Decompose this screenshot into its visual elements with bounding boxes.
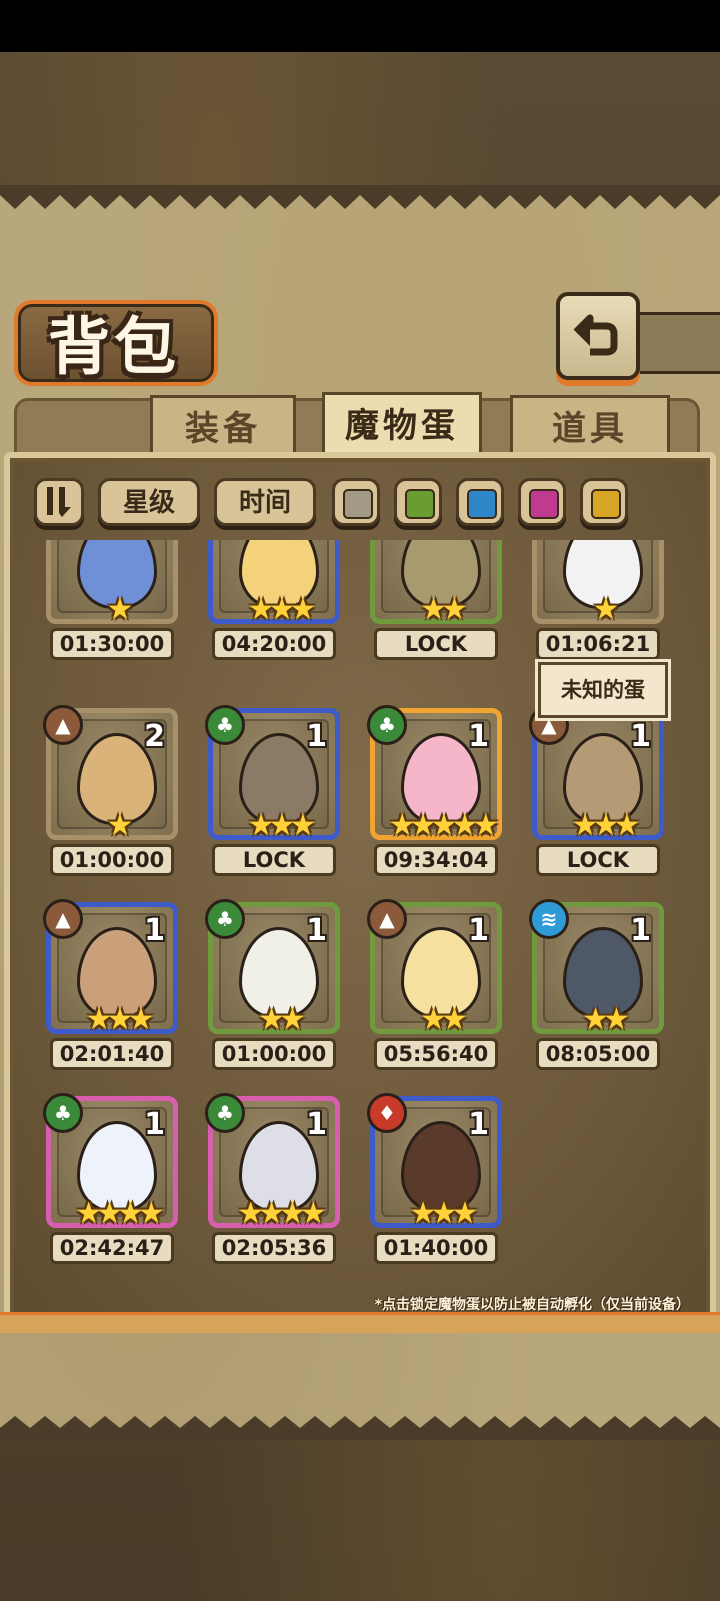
hatch-timer: 02:05:36 (212, 1232, 336, 1264)
filter-color-pink[interactable] (518, 478, 566, 526)
star-rating: ★★★★ (75, 1196, 165, 1231)
egg-frame: ♣ 1 ★★★ (205, 705, 340, 843)
element-icon: ▲ (43, 899, 83, 939)
egg-count: 1 (630, 913, 651, 948)
hatch-timer: 08:05:00 (536, 1038, 660, 1070)
hatch-timer: 04:20:00 (212, 628, 336, 660)
egg-frame: ♣ 1 ★★ (205, 899, 340, 1037)
egg-frame: ♣ 1 ★★★★★ (367, 705, 502, 843)
filter-color-blue[interactable] (456, 478, 504, 526)
element-icon: ♣ (367, 705, 407, 745)
lock-hint-text: *点击锁定魔物蛋以防止被自动孵化（仅当前设备） (374, 1297, 690, 1313)
filter-color-green[interactable] (394, 478, 442, 526)
back-button-bar (632, 312, 720, 374)
hatch-timer: 01:00:00 (50, 844, 174, 876)
star-rating: ★★ (582, 1002, 630, 1037)
element-icon: ≋ (529, 899, 569, 939)
color-swatch-blue (467, 489, 497, 519)
star-rating: ★★ (420, 1002, 468, 1037)
element-icon: ♣ (205, 1093, 245, 1133)
element-icon: ▲ (367, 899, 407, 939)
egg-frame: ▲ 1 ★★★ (43, 899, 178, 1037)
star-rating: ★★ (258, 1002, 306, 1037)
egg-frame: ♣ 1 ★★★★ (205, 1093, 340, 1231)
egg-frame: ●3★ (46, 540, 178, 627)
hatch-timer: LOCK (374, 628, 498, 660)
star-rating: ★★★ (247, 808, 317, 843)
egg-frame: ▲ 1 ★★★ (529, 705, 664, 843)
egg-count: 1 (306, 1107, 327, 1142)
tab-items[interactable]: 道具 (510, 395, 670, 457)
filter-color-yellow[interactable] (580, 478, 628, 526)
hatch-timer: 02:01:40 (50, 1038, 174, 1070)
return-arrow-icon (573, 314, 618, 356)
egg-count: 1 (144, 1107, 165, 1142)
egg-grid: ●3★01:30:00 ●2★★★04:20:00 ●2★★LOCK ●8★01… (16, 540, 704, 1300)
egg-frame: ≋ 1 ★★ (529, 899, 664, 1037)
egg-count: 1 (468, 913, 489, 948)
color-swatch-pink (529, 489, 559, 519)
torn-edge-top (0, 185, 720, 209)
hatch-timer: 01:06:21 (536, 628, 660, 660)
egg-frame: ●2★★ (370, 540, 502, 627)
star-rating: ★★★ (85, 1002, 155, 1037)
star-rating: ★★ (420, 592, 468, 627)
egg-count: 2 (144, 719, 165, 754)
hatch-timer: 01:40:00 (374, 1232, 498, 1264)
torn-edge-bottom (0, 1416, 720, 1440)
egg-count: 1 (468, 1107, 489, 1142)
star-rating: ★★★★ (237, 1196, 327, 1231)
egg-count: 1 (306, 913, 327, 948)
hatch-timer: 01:00:00 (212, 1038, 336, 1070)
tab-equipment[interactable]: 装备 (150, 395, 296, 457)
star-rating: ★★★ (409, 1196, 479, 1231)
filter-star-button[interactable]: 星级 (98, 478, 200, 526)
hatch-timer: 01:30:00 (50, 628, 174, 660)
page-title: 背包 (47, 310, 180, 383)
star-rating: ★ (106, 808, 134, 843)
star-rating: ★ (592, 592, 620, 627)
egg-count: 1 (468, 719, 489, 754)
sort-toggle-icon (47, 487, 71, 517)
egg-frame: ♣ 1 ★★★★ (43, 1093, 178, 1231)
egg-frame: ▲ 1 ★★ (367, 899, 502, 1037)
hatch-timer: 09:34:04 (374, 844, 498, 876)
back-button[interactable] (556, 292, 640, 380)
status-bar (0, 0, 720, 52)
hatch-timer: 05:56:40 (374, 1038, 498, 1070)
star-rating: ★★★ (247, 592, 317, 627)
color-swatch-yellow (591, 489, 621, 519)
color-swatch-green (405, 489, 435, 519)
egg-count: 1 (144, 913, 165, 948)
egg-frame: ♦ 1 ★★★ (367, 1093, 502, 1231)
egg-tooltip: 未知的蛋 (538, 662, 668, 718)
element-icon: ♣ (43, 1093, 83, 1133)
element-icon: ▲ (43, 705, 83, 745)
color-swatch-gray (343, 489, 373, 519)
sort-toggle-button[interactable] (34, 478, 84, 526)
star-rating: ★★★★★ (388, 808, 499, 843)
element-icon: ♦ (367, 1093, 407, 1133)
egg-count: 1 (306, 719, 327, 754)
star-rating: ★★★ (571, 808, 641, 843)
egg-count: 1 (630, 719, 651, 754)
filter-color-gray[interactable] (332, 478, 380, 526)
egg-frame: ▲ 2 ★ (43, 705, 178, 843)
hatch-timer: LOCK (212, 844, 336, 876)
element-icon: ♣ (205, 899, 245, 939)
hatch-timer: 02:42:47 (50, 1232, 174, 1264)
egg-frame: ●2★★★ (208, 540, 340, 627)
egg-frame: ●8★ (532, 540, 664, 627)
element-icon: ♣ (205, 705, 245, 745)
filter-time-button[interactable]: 时间 (214, 478, 316, 526)
star-rating: ★ (106, 592, 134, 627)
panel-bottom-rail (0, 1312, 720, 1333)
game-screen: 背包 装备 魔物蛋 道具 星级 时间 ●3★01:30:00 ●2★★★04:2… (0, 0, 720, 1601)
hatch-timer: LOCK (536, 844, 660, 876)
